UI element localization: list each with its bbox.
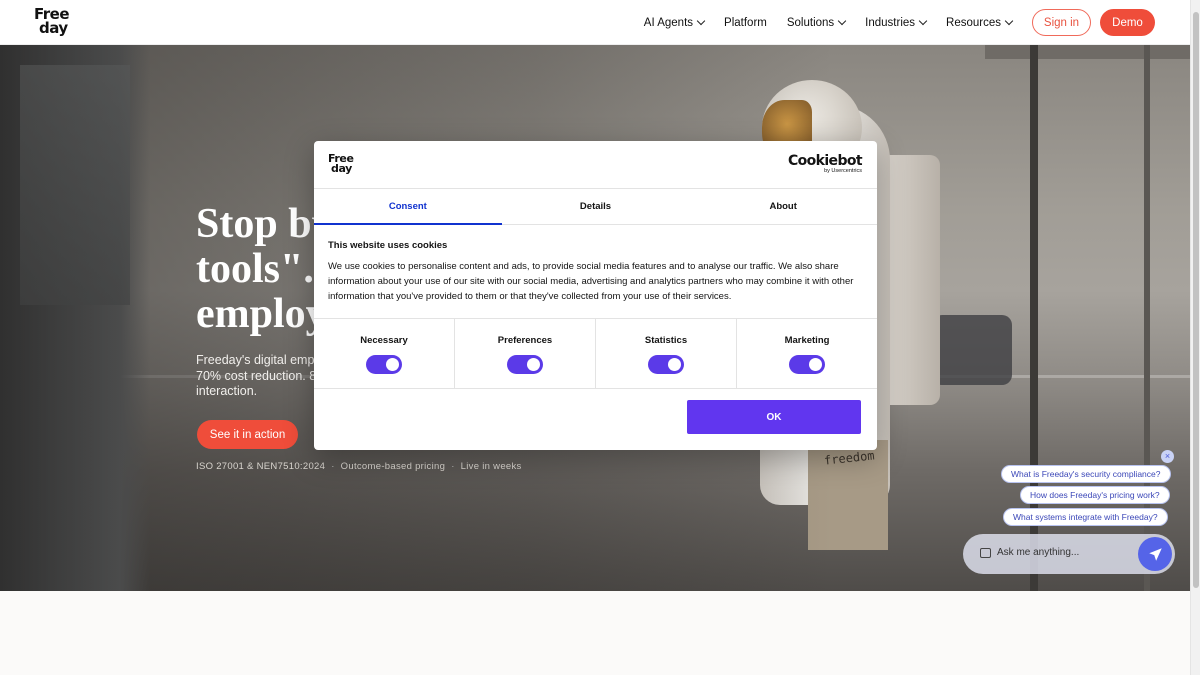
nav-item-resources[interactable]: Resources [946,16,1014,29]
chat-suggestion[interactable]: What is Freeday's security compliance? [1001,465,1171,483]
chat-icon [980,548,991,558]
see-it-in-action-button[interactable]: See it in action [197,420,298,449]
nav-item-solutions[interactable]: Solutions [786,16,847,29]
scrollbar-thumb[interactable] [1193,12,1199,588]
category-label: Necessary [360,335,408,346]
category-label: Marketing [784,335,830,346]
category-statistics: Statistics [596,319,737,388]
page-scrollbar[interactable] [1190,0,1200,675]
cookiebot-name: Cookiebot [787,153,863,169]
chevron-down-icon [696,16,706,26]
ok-button[interactable]: OK [687,400,861,434]
freeday-logo[interactable]: Free day [34,7,70,37]
cookiebot-logo[interactable]: Cookiebot by Usercentrics [787,153,863,175]
category-preferences: Preferences [455,319,596,388]
badge-iso: ISO 27001 & NEN7510:2024 [196,461,326,472]
tab-about[interactable]: About [689,189,877,224]
chat-suggestion[interactable]: How does Freeday's pricing work? [1020,486,1170,504]
logo-line-2: day [331,162,352,175]
chat-input-box[interactable]: Ask me anything... [963,534,1175,574]
nav-label: Platform [724,16,767,29]
tab-details[interactable]: Details [502,189,690,224]
top-navbar: Free day AI Agents Platform Solutions In… [0,0,1190,45]
nav-label: Resources [946,16,1001,29]
nav-label: Industries [865,16,916,29]
chevron-down-icon [918,16,928,26]
demo-button[interactable]: Demo [1100,9,1155,36]
dialog-heading: This website uses cookies [328,240,448,251]
nav-label: AI Agents [643,16,694,29]
necessary-toggle[interactable] [366,355,402,374]
marketing-toggle[interactable] [789,355,825,374]
dialog-body: This website uses cookies We use cookies… [314,225,877,304]
chevron-down-icon [1004,16,1014,26]
badge-separator: · [451,461,455,472]
dialog-header: Free day Cookiebot by Usercentrics [314,141,877,189]
dialog-tabs: Consent Details About [314,189,877,225]
category-label: Preferences [497,335,553,346]
category-necessary: Necessary [314,319,455,388]
badge-separator: · [331,461,335,472]
tab-consent[interactable]: Consent [314,189,502,225]
send-button[interactable] [1138,537,1172,571]
dialog-text: We use cookies to personalise content an… [328,261,854,302]
statistics-toggle[interactable] [648,355,684,374]
preferences-toggle[interactable] [507,355,543,374]
nav-label: Solutions [786,16,835,29]
badge-pricing: Outcome-based pricing [340,461,446,472]
chat-suggestion[interactable]: What systems integrate with Freeday? [1003,508,1168,526]
nav-item-ai-agents[interactable]: AI Agents [643,16,706,29]
cookiebot-sub: by Usercentrics [824,168,862,174]
logo-line-2: day [39,19,68,37]
cookie-consent-dialog: Free day Cookiebot by Usercentrics Conse… [314,141,877,450]
sign-in-button[interactable]: Sign in [1032,9,1091,36]
category-marketing: Marketing [737,319,877,388]
send-icon [1148,547,1162,561]
chevron-down-icon [837,16,847,26]
cookie-categories: Necessary Preferences Statistics Marketi… [314,318,877,389]
main-nav: AI Agents Platform Solutions Industries … [643,0,1014,45]
chat-input-placeholder: Ask me anything... [997,547,1080,558]
nav-item-platform[interactable]: Platform [724,17,767,29]
hero-badges: ISO 27001 & NEN7510:2024 · Outcome-based… [196,461,522,472]
nav-item-industries[interactable]: Industries [865,16,928,29]
category-label: Statistics [644,335,688,346]
dialog-freeday-logo: Free day [328,153,354,175]
badge-live: Live in weeks [460,461,522,472]
chat-suggestions-close-icon[interactable]: × [1161,450,1174,463]
